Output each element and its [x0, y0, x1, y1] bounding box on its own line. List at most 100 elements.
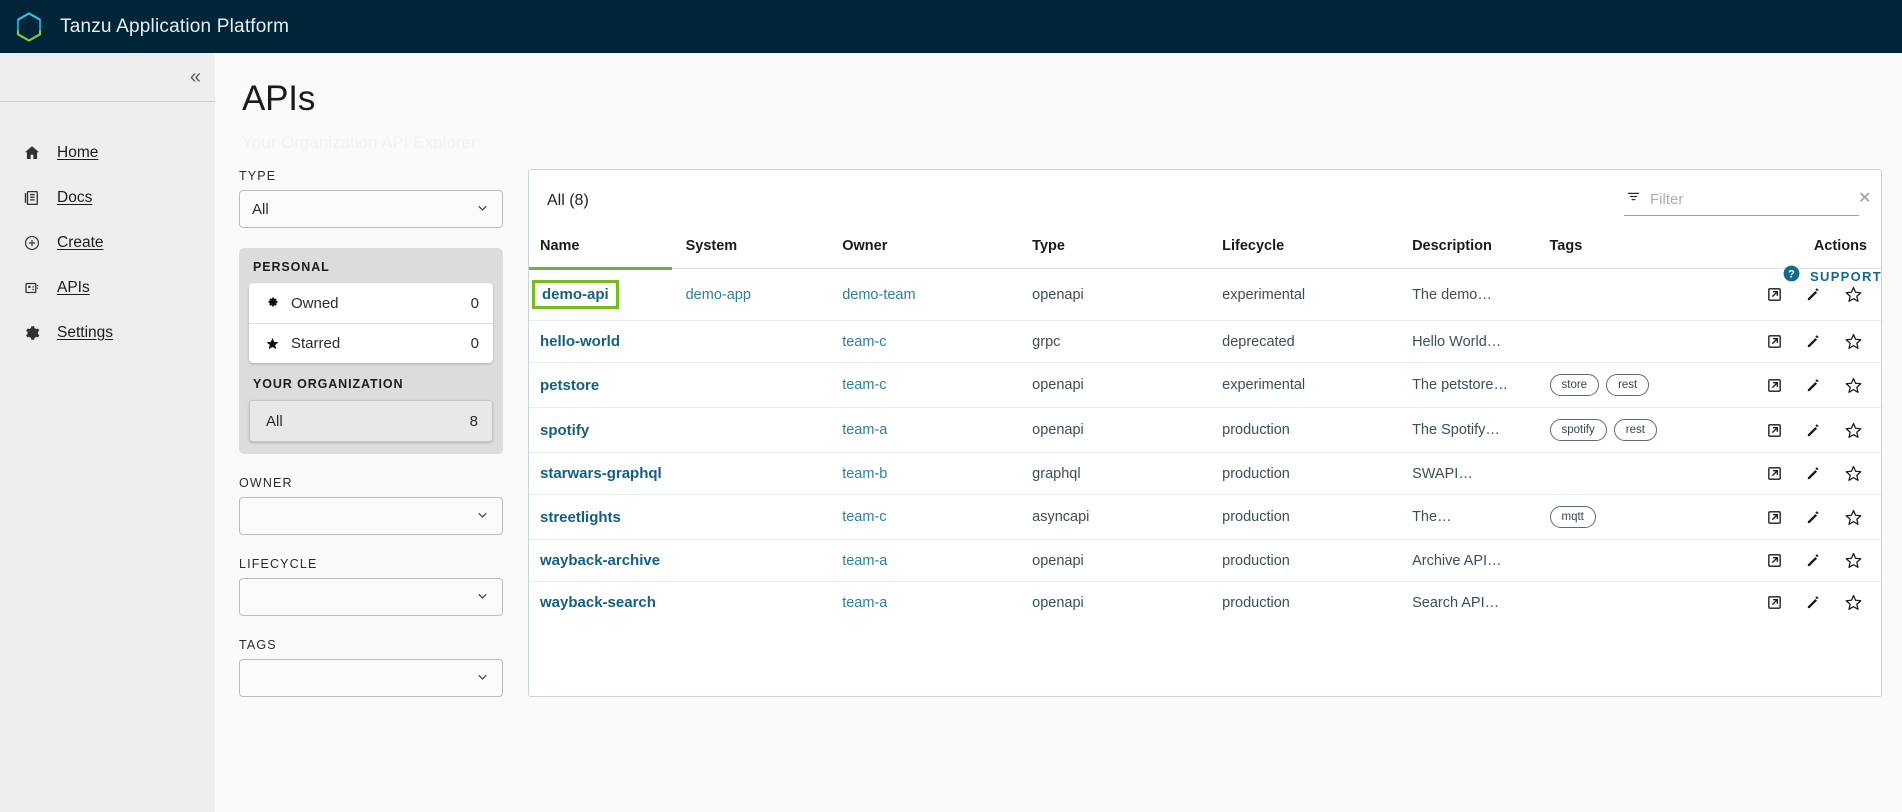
close-icon[interactable]: ✕	[1858, 191, 1871, 207]
owner-link[interactable]: team-c	[842, 334, 886, 350]
api-name-link[interactable]: hello-world	[540, 333, 620, 350]
cell-name: wayback-archive	[529, 539, 686, 582]
filter-row-starred[interactable]: Starred 0	[249, 323, 493, 363]
gear-icon	[22, 323, 41, 342]
edit-pencil-icon[interactable]	[1805, 594, 1822, 611]
edit-pencil-icon[interactable]	[1805, 465, 1822, 482]
cell-tags: store rest	[1549, 362, 1752, 408]
star-outline-icon[interactable]	[1844, 464, 1863, 483]
table-row: wayback-search team-a openapi production Sea…	[529, 582, 1881, 624]
sidebar-item-home[interactable]: Home	[0, 130, 215, 175]
open-external-icon[interactable]	[1766, 509, 1783, 526]
sidebar-item-docs[interactable]: Docs	[0, 175, 215, 220]
api-name-link[interactable]: demo-api	[542, 286, 609, 303]
cell-name: hello-world	[529, 320, 686, 363]
system-link[interactable]: demo-app	[686, 287, 751, 303]
column-header-name[interactable]: Name	[529, 232, 686, 270]
sidebar-item-apis[interactable]: APIs	[0, 265, 215, 310]
owner-link[interactable]: demo-team	[842, 287, 915, 303]
column-header-tags[interactable]: Tags	[1549, 232, 1752, 269]
open-external-icon[interactable]	[1766, 422, 1783, 439]
open-external-icon[interactable]	[1766, 377, 1783, 394]
table-filter-field[interactable]: ✕	[1624, 186, 1871, 216]
support-button-label: SUPPORT	[1810, 268, 1882, 284]
column-header-type[interactable]: Type	[1032, 232, 1223, 269]
search-input[interactable]	[1650, 190, 1849, 208]
owner-link[interactable]: team-c	[842, 377, 886, 393]
column-header-owner[interactable]: Owner	[842, 232, 1033, 269]
cell-system	[685, 407, 843, 453]
star-outline-icon[interactable]	[1844, 376, 1863, 395]
plus-circle-icon	[22, 233, 41, 252]
filter-row-all[interactable]: All 8	[250, 401, 492, 441]
sidebar: « Home Docs Create APIs Settings	[0, 53, 215, 812]
api-name-link[interactable]: wayback-archive	[540, 552, 660, 569]
star-outline-icon[interactable]	[1844, 593, 1863, 612]
tags-filter-select[interactable]	[239, 659, 503, 697]
api-name-link[interactable]: starwars-graphql	[540, 465, 662, 482]
lifecycle-filter-select[interactable]	[239, 578, 503, 616]
edit-pencil-icon[interactable]	[1805, 552, 1822, 569]
column-header-actions: Actions	[1751, 232, 1881, 269]
tanzu-hexagon-logo	[12, 10, 46, 44]
open-external-icon[interactable]	[1766, 594, 1783, 611]
open-external-icon[interactable]	[1766, 333, 1783, 350]
tag-pill[interactable]: store	[1549, 374, 1600, 396]
owner-link[interactable]: team-a	[842, 553, 887, 569]
star-filled-icon	[265, 336, 291, 351]
cell-lifecycle: experimental	[1222, 362, 1413, 408]
column-header-system[interactable]: System	[685, 232, 843, 269]
tag-pill[interactable]: mqtt	[1549, 506, 1596, 528]
tag-pill[interactable]: rest	[1606, 374, 1650, 396]
owner-link[interactable]: team-a	[842, 595, 887, 611]
type-filter-select[interactable]: All	[239, 190, 503, 228]
owner-filter-select[interactable]	[239, 497, 503, 535]
owner-link[interactable]: team-c	[842, 509, 886, 525]
owner-link[interactable]: team-a	[842, 422, 887, 438]
api-name-link[interactable]: petstore	[540, 377, 599, 394]
column-header-description[interactable]: Description	[1412, 232, 1550, 269]
filter-row-starred-count: 0	[470, 335, 479, 352]
edit-pencil-icon[interactable]	[1805, 377, 1822, 394]
edit-pencil-icon[interactable]	[1805, 286, 1822, 303]
api-name-link[interactable]: spotify	[540, 422, 589, 439]
gear-icon	[265, 296, 291, 311]
filter-row-owned[interactable]: Owned 0	[249, 283, 493, 323]
star-outline-icon[interactable]	[1844, 551, 1863, 570]
app-title: Tanzu Application Platform	[60, 15, 290, 37]
api-name-link[interactable]: wayback-search	[540, 594, 656, 611]
cell-description: The Spotify…	[1412, 407, 1550, 453]
tag-pill[interactable]: spotify	[1549, 419, 1607, 441]
cell-tags	[1549, 452, 1752, 495]
sidebar-item-create[interactable]: Create	[0, 220, 215, 265]
cell-tags	[1549, 539, 1752, 582]
chevron-down-icon	[475, 588, 490, 606]
edit-pencil-icon[interactable]	[1805, 422, 1822, 439]
personal-group-heading: PERSONAL	[253, 260, 330, 274]
cell-name: wayback-search	[529, 582, 686, 624]
organization-group-heading: YOUR ORGANIZATION	[253, 377, 404, 391]
tag-pill[interactable]: rest	[1613, 419, 1657, 441]
owner-link[interactable]: team-b	[842, 466, 887, 482]
open-external-icon[interactable]	[1766, 465, 1783, 482]
double-chevron-left-icon[interactable]: «	[190, 67, 201, 87]
cell-description: SWAPI…	[1412, 452, 1550, 495]
filter-panel: TYPE All PERSONAL Owned 0 Starred 0 YOUR…	[239, 169, 503, 697]
edit-pencil-icon[interactable]	[1805, 509, 1822, 526]
cell-actions	[1751, 407, 1881, 453]
star-outline-icon[interactable]	[1844, 332, 1863, 351]
open-external-icon[interactable]	[1766, 286, 1783, 303]
open-external-icon[interactable]	[1766, 552, 1783, 569]
sidebar-item-settings-label: Settings	[57, 323, 114, 341]
column-header-lifecycle[interactable]: Lifecycle	[1222, 232, 1413, 269]
cell-lifecycle: production	[1222, 407, 1413, 453]
edit-pencil-icon[interactable]	[1805, 333, 1822, 350]
api-name-link[interactable]: streetlights	[540, 509, 621, 526]
sidebar-item-home-label: Home	[57, 143, 99, 161]
main-content: APIs Your Organization API Explorer ? SU…	[215, 53, 1902, 812]
star-outline-icon[interactable]	[1844, 508, 1863, 527]
sidebar-item-settings[interactable]: Settings	[0, 310, 215, 355]
cell-system	[685, 539, 843, 582]
star-outline-icon[interactable]	[1844, 421, 1863, 440]
type-filter-value: All	[252, 200, 269, 218]
